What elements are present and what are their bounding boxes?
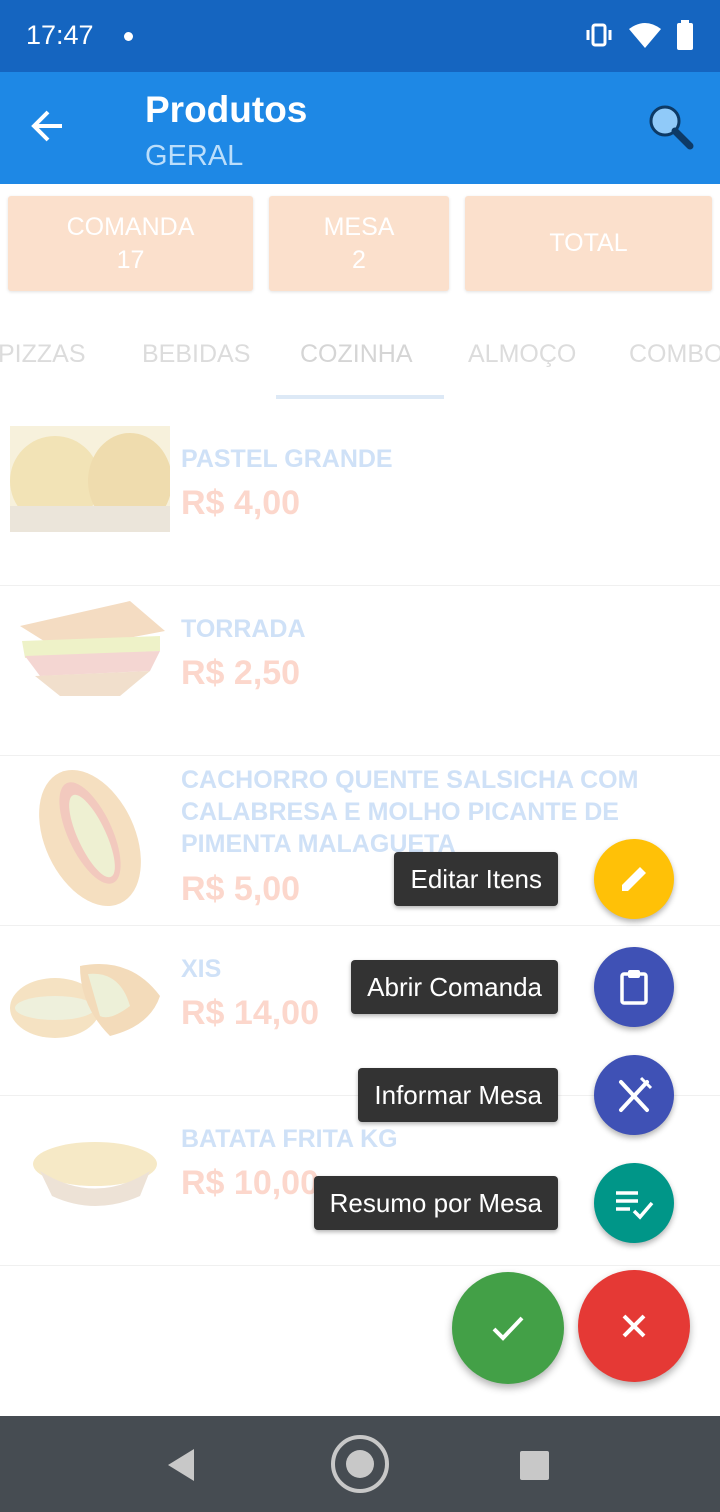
open-comanda-button[interactable] <box>594 947 674 1027</box>
search-button[interactable] <box>644 100 700 156</box>
pencil-icon <box>622 867 646 891</box>
system-nav-bar <box>0 1416 720 1512</box>
status-bar: 17:47 <box>0 0 720 72</box>
nav-home-icon[interactable] <box>331 1435 389 1493</box>
search-icon <box>649 105 694 150</box>
battery-icon <box>677 20 693 50</box>
product-price: R$ 10,00 <box>181 1164 319 1202</box>
product-name: TORRADA <box>181 615 306 643</box>
product-name: BATATA FRITA KG <box>181 1125 398 1153</box>
back-button[interactable] <box>28 106 84 150</box>
vibrate-icon <box>586 23 612 47</box>
notification-dot-icon <box>124 32 133 41</box>
nav-home-inner <box>346 1450 374 1478</box>
page-title: Produtos <box>145 89 308 130</box>
tab-pizzas[interactable]: PIZZAS <box>0 340 86 369</box>
product-price: R$ 5,00 <box>181 870 301 908</box>
check-icon <box>492 1316 524 1341</box>
mesa-value: 2 <box>352 245 366 274</box>
resumo-mesa-label[interactable]: Resumo por Mesa <box>313 1176 558 1230</box>
product-name: PASTEL GRANDE <box>181 445 393 473</box>
app-bar: Produtos GERAL <box>0 72 720 184</box>
clipboard-icon <box>620 970 648 1005</box>
cachorro-quente-image <box>10 768 170 908</box>
confirm-button[interactable] <box>452 1272 564 1384</box>
torrada-image <box>10 596 170 702</box>
xis-image <box>10 946 170 1052</box>
comanda-label: COMANDA <box>66 212 195 241</box>
tab-almoco[interactable]: ALMOÇO <box>468 340 576 369</box>
cancel-button[interactable] <box>578 1270 690 1382</box>
close-icon <box>622 1314 646 1338</box>
resumo-mesa-button[interactable] <box>594 1163 674 1243</box>
checklist-icon <box>616 1191 654 1220</box>
tab-cozinha[interactable]: COZINHA <box>300 340 413 369</box>
batata-frita-image <box>10 1116 170 1222</box>
wifi-icon <box>629 23 661 48</box>
pastel-image <box>10 426 170 532</box>
total-card[interactable]: TOTAL <box>465 196 712 291</box>
nav-back-icon[interactable] <box>166 1448 196 1482</box>
product-price: R$ 14,00 <box>181 994 319 1032</box>
open-comanda-label[interactable]: Abrir Comanda <box>351 960 558 1014</box>
category-tabs: PIZZAS BEBIDAS COZINHA ALMOÇO COMBO <box>0 314 720 400</box>
total-label: TOTAL <box>549 229 628 257</box>
mesa-card[interactable]: MESA 2 <box>269 196 449 291</box>
arrow-back-icon <box>31 110 62 142</box>
edit-items-button[interactable] <box>594 839 674 919</box>
comanda-value: 17 <box>116 245 145 274</box>
product-row[interactable]: TORRADA R$ 2,50 <box>0 586 720 756</box>
tab-bebidas[interactable]: BEBIDAS <box>142 340 250 369</box>
nav-recents-icon[interactable] <box>520 1451 549 1480</box>
inform-mesa-label[interactable]: Informar Mesa <box>358 1068 558 1122</box>
fork-knife-icon <box>619 1076 653 1112</box>
status-icons <box>584 20 694 50</box>
comanda-card[interactable]: COMANDA 17 <box>8 196 253 291</box>
inform-mesa-button[interactable] <box>594 1055 674 1135</box>
tab-indicator <box>276 395 444 399</box>
status-time: 17:47 <box>26 20 94 50</box>
product-name: CACHORRO QUENTE SALSICHA COM CALABRESA E… <box>181 766 639 858</box>
product-price: R$ 2,50 <box>181 654 301 692</box>
product-price: R$ 4,00 <box>181 484 301 522</box>
tab-combo[interactable]: COMBO <box>629 340 720 369</box>
edit-items-label[interactable]: Editar Itens <box>394 852 558 906</box>
product-row[interactable]: PASTEL GRANDE R$ 4,00 <box>0 416 720 586</box>
mesa-label: MESA <box>323 212 395 241</box>
page-subtitle: GERAL <box>145 140 244 172</box>
